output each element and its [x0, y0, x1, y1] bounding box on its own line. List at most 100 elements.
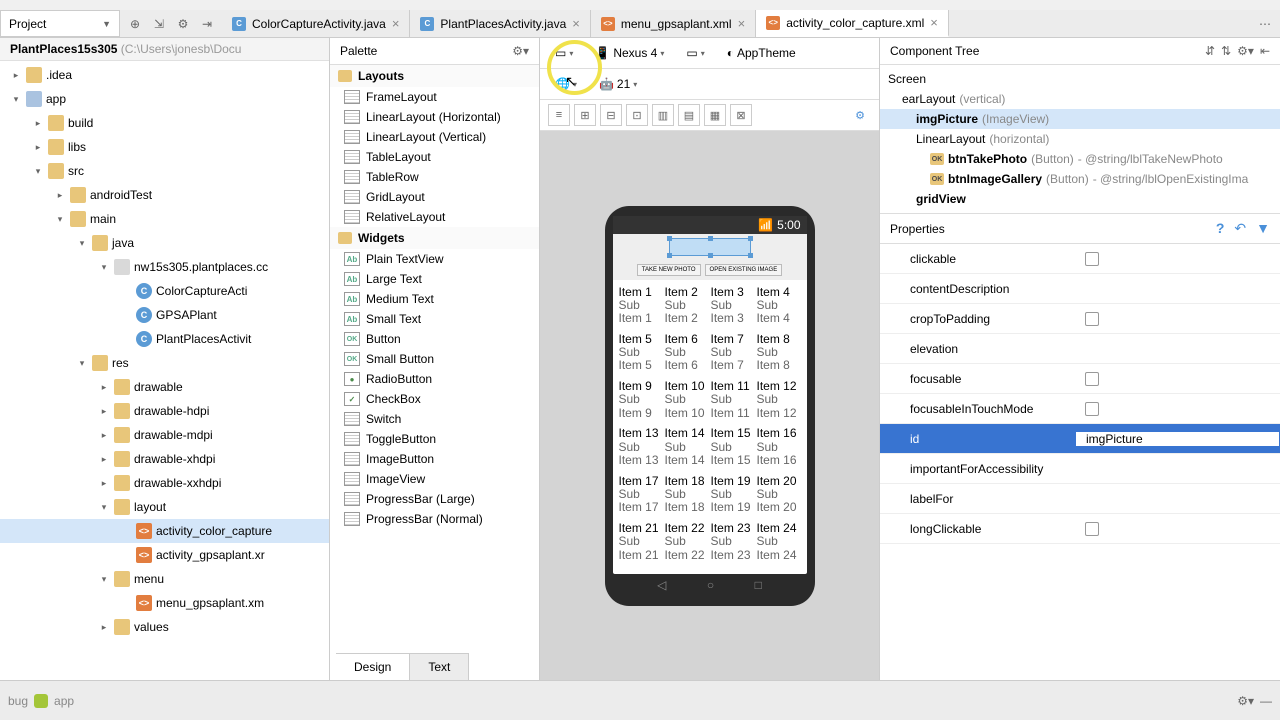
- tree-row[interactable]: CColorCaptureActi: [0, 279, 329, 303]
- close-icon[interactable]: ×: [738, 16, 746, 31]
- property-value-cell[interactable]: imgPicture: [1075, 431, 1280, 447]
- tree-row[interactable]: ▸drawable-hdpi: [0, 399, 329, 423]
- align-icon-5[interactable]: ▥: [652, 104, 674, 126]
- target-icon[interactable]: ⊕: [126, 15, 144, 33]
- tab-design[interactable]: Design: [336, 654, 410, 680]
- property-value-cell[interactable]: [1075, 372, 1280, 386]
- palette-item[interactable]: ToggleButton: [330, 429, 539, 449]
- grid-view[interactable]: Item 1Sub Item 1Item 2Sub Item 2Item 3Su…: [613, 280, 807, 574]
- palette-item[interactable]: LinearLayout (Vertical): [330, 127, 539, 147]
- palette-item[interactable]: TableRow: [330, 167, 539, 187]
- property-row[interactable]: contentDescription: [880, 274, 1280, 304]
- expand-icon[interactable]: ▸: [98, 454, 110, 465]
- expand-icon[interactable]: ▸: [98, 622, 110, 633]
- property-row[interactable]: elevation: [880, 334, 1280, 364]
- tree-row[interactable]: CPlantPlacesActivit: [0, 327, 329, 351]
- gear-icon[interactable]: ⚙: [174, 15, 192, 33]
- filter-icon[interactable]: ▼: [1256, 220, 1270, 237]
- align-icon-1[interactable]: ≡: [548, 104, 570, 126]
- close-icon[interactable]: ×: [392, 16, 400, 31]
- properties-table[interactable]: clickablecontentDescriptioncropToPadding…: [880, 244, 1280, 680]
- grid-item[interactable]: Item 21Sub Item 21: [619, 522, 663, 567]
- tab-text[interactable]: Text: [410, 654, 469, 680]
- expand-icon[interactable]: ▾: [98, 574, 110, 585]
- grid-item[interactable]: Item 7Sub Item 7: [711, 333, 755, 378]
- collapse-icon[interactable]: ⇲: [150, 15, 168, 33]
- tree-row[interactable]: ▾java: [0, 231, 329, 255]
- tree-row[interactable]: ▸androidTest: [0, 183, 329, 207]
- expand-icon[interactable]: ▾: [76, 238, 88, 249]
- tree-row[interactable]: ▸libs: [0, 135, 329, 159]
- api-dropdown[interactable]: 🤖21▾: [592, 73, 644, 95]
- palette-body[interactable]: LayoutsFrameLayoutLinearLayout (Horizont…: [330, 65, 539, 680]
- expand-icon[interactable]: ▸: [98, 430, 110, 441]
- component-tree-row[interactable]: Screen: [880, 69, 1280, 89]
- palette-gear-icon[interactable]: ⚙▾: [512, 44, 529, 58]
- tree-row[interactable]: CGPSAPlant: [0, 303, 329, 327]
- grid-item[interactable]: Item 11Sub Item 11: [711, 380, 755, 425]
- undo-icon[interactable]: ↶: [1234, 220, 1246, 237]
- close-icon[interactable]: ×: [572, 16, 580, 31]
- property-checkbox[interactable]: [1085, 402, 1099, 416]
- component-tree-row[interactable]: LinearLayout (horizontal): [880, 129, 1280, 149]
- property-row[interactable]: idimgPicture: [880, 424, 1280, 454]
- grid-item[interactable]: Item 10Sub Item 10: [665, 380, 709, 425]
- palette-item[interactable]: AbLarge Text: [330, 269, 539, 289]
- property-value-cell[interactable]: [1075, 522, 1280, 536]
- open-image-button[interactable]: OPEN EXISTING IMAGE: [705, 264, 783, 276]
- palette-item[interactable]: OKSmall Button: [330, 349, 539, 369]
- tree-row[interactable]: ▸build: [0, 111, 329, 135]
- tree-row[interactable]: ▾layout: [0, 495, 329, 519]
- palette-item[interactable]: ProgressBar (Normal): [330, 509, 539, 529]
- project-tree[interactable]: ▸.idea▾app▸build▸libs▾src▸androidTest▾ma…: [0, 61, 329, 680]
- device-dropdown[interactable]: 📱Nexus 4▾: [588, 42, 671, 64]
- expand-icon[interactable]: ▾: [54, 214, 66, 225]
- tree-row[interactable]: ▾menu: [0, 567, 329, 591]
- palette-group-header[interactable]: Widgets: [330, 227, 539, 249]
- align-icon-8[interactable]: ⊠: [730, 104, 752, 126]
- grid-item[interactable]: Item 24Sub Item 24: [757, 522, 801, 567]
- palette-item[interactable]: RadioButton: [330, 369, 539, 389]
- expand-icon[interactable]: ▾: [10, 94, 22, 105]
- component-tree-row[interactable]: OKbtnTakePhoto (Button) - @string/lblTak…: [880, 149, 1280, 169]
- property-row[interactable]: focusableInTouchMode: [880, 394, 1280, 424]
- design-settings-icon[interactable]: ⚙: [849, 104, 871, 126]
- more-icon[interactable]: ⋯: [1256, 15, 1274, 33]
- bottom-gear-icon[interactable]: ⚙▾: [1237, 694, 1254, 708]
- selected-imageview[interactable]: [669, 238, 751, 256]
- expand-icon[interactable]: ▸: [98, 406, 110, 417]
- property-row[interactable]: labelFor: [880, 484, 1280, 514]
- help-icon[interactable]: ?: [1216, 220, 1225, 237]
- palette-item[interactable]: CheckBox: [330, 389, 539, 409]
- expand-icon[interactable]: ▾: [32, 166, 44, 177]
- tree-row[interactable]: ▾src: [0, 159, 329, 183]
- expand-icon[interactable]: ▸: [10, 70, 22, 81]
- component-tree-row[interactable]: imgPicture (ImageView): [880, 109, 1280, 129]
- editor-tab[interactable]: <>activity_color_capture.xml×: [756, 10, 949, 37]
- grid-item[interactable]: Item 13Sub Item 13: [619, 427, 663, 472]
- palette-item[interactable]: TableLayout: [330, 147, 539, 167]
- palette-item[interactable]: RelativeLayout: [330, 207, 539, 227]
- align-icon-4[interactable]: ⊡: [626, 104, 648, 126]
- grid-item[interactable]: Item 18Sub Item 18: [665, 475, 709, 520]
- tree-row[interactable]: ▾res: [0, 351, 329, 375]
- palette-item[interactable]: FrameLayout: [330, 87, 539, 107]
- property-value-cell[interactable]: [1075, 402, 1280, 416]
- component-tree-row[interactable]: OKbtnImageGallery (Button) - @string/lbl…: [880, 169, 1280, 189]
- tree-row[interactable]: <>menu_gpsaplant.xm: [0, 591, 329, 615]
- grid-item[interactable]: Item 9Sub Item 9: [619, 380, 663, 425]
- tree-row[interactable]: ▾nw15s305.plantplaces.cc: [0, 255, 329, 279]
- grid-item[interactable]: Item 16Sub Item 16: [757, 427, 801, 472]
- tree-row[interactable]: ▸.idea: [0, 63, 329, 87]
- locale-dropdown[interactable]: 🌐▾: [548, 73, 584, 95]
- tree-row[interactable]: <>activity_color_capture: [0, 519, 329, 543]
- grid-item[interactable]: Item 4Sub Item 4: [757, 286, 801, 331]
- palette-item[interactable]: OKButton: [330, 329, 539, 349]
- component-tree-row[interactable]: gridView: [880, 189, 1280, 209]
- debug-label[interactable]: bug: [8, 694, 28, 708]
- grid-item[interactable]: Item 23Sub Item 23: [711, 522, 755, 567]
- palette-item[interactable]: GridLayout: [330, 187, 539, 207]
- tree-row[interactable]: ▾app: [0, 87, 329, 111]
- palette-item[interactable]: ImageButton: [330, 449, 539, 469]
- grid-item[interactable]: Item 15Sub Item 15: [711, 427, 755, 472]
